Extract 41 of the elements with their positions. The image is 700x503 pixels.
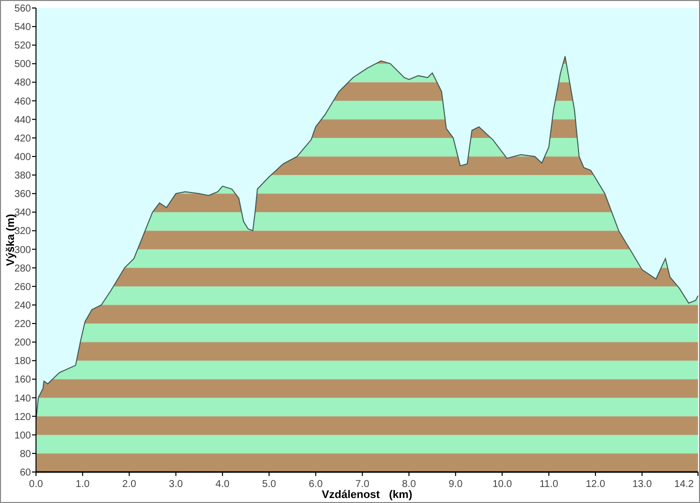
x-tick-label: 11.0 [539, 479, 558, 490]
x-tick-label: 14.2 [674, 479, 694, 490]
x-tick-label: 8.0 [402, 479, 416, 490]
x-tick-label: 9.0 [448, 479, 463, 490]
y-tick-label: 500 [14, 59, 31, 70]
x-tick-label: 2.0 [122, 479, 136, 490]
y-tick-label: 80 [20, 448, 31, 460]
y-tick-label: 280 [14, 263, 31, 274]
y-tick-label: 520 [14, 40, 31, 52]
x-tick-label: 6.0 [308, 479, 323, 490]
y-tick-label: 360 [14, 189, 31, 200]
y-tick-label: 320 [14, 226, 31, 238]
y-tick-label: 220 [14, 319, 31, 330]
x-tick-label: 0.0 [29, 479, 43, 490]
x-tick-label: 4.0 [216, 479, 230, 490]
x-tick-label: 12.0 [586, 479, 606, 490]
y-tick-label: 160 [14, 374, 31, 386]
y-tick-label: 100 [14, 430, 31, 442]
x-tick-label: 13.0 [632, 479, 652, 490]
x-tick-label: 1.0 [76, 479, 90, 490]
y-tick-label: 400 [14, 152, 31, 163]
y-tick-label: 540 [14, 22, 31, 34]
y-tick-label: 180 [14, 356, 31, 368]
y-tick-label: 560 [14, 4, 31, 14]
y-tick-label: 260 [14, 282, 31, 293]
y-tick-label: 240 [14, 300, 31, 312]
y-tick-label: 200 [14, 338, 31, 349]
x-tick-label: 7.0 [355, 479, 370, 490]
y-tick-label: 460 [14, 96, 31, 108]
y-tick-label: 60 [20, 468, 31, 478]
x-tick-label: 3.0 [168, 479, 183, 490]
y-tick-label: 420 [14, 133, 31, 144]
y-tick-label: 300 [14, 244, 31, 256]
x-tick-label: 5.0 [262, 479, 276, 490]
x-axis-title: Vzdálenost (km) [322, 489, 412, 501]
y-tick-label: 380 [14, 170, 31, 182]
y-tick-label: 120 [14, 412, 31, 423]
x-tick-label: 10.0 [492, 479, 512, 490]
y-tick-label: 480 [14, 78, 31, 89]
y-tick-label: 140 [14, 393, 31, 404]
y-tick-label: 440 [14, 114, 31, 126]
